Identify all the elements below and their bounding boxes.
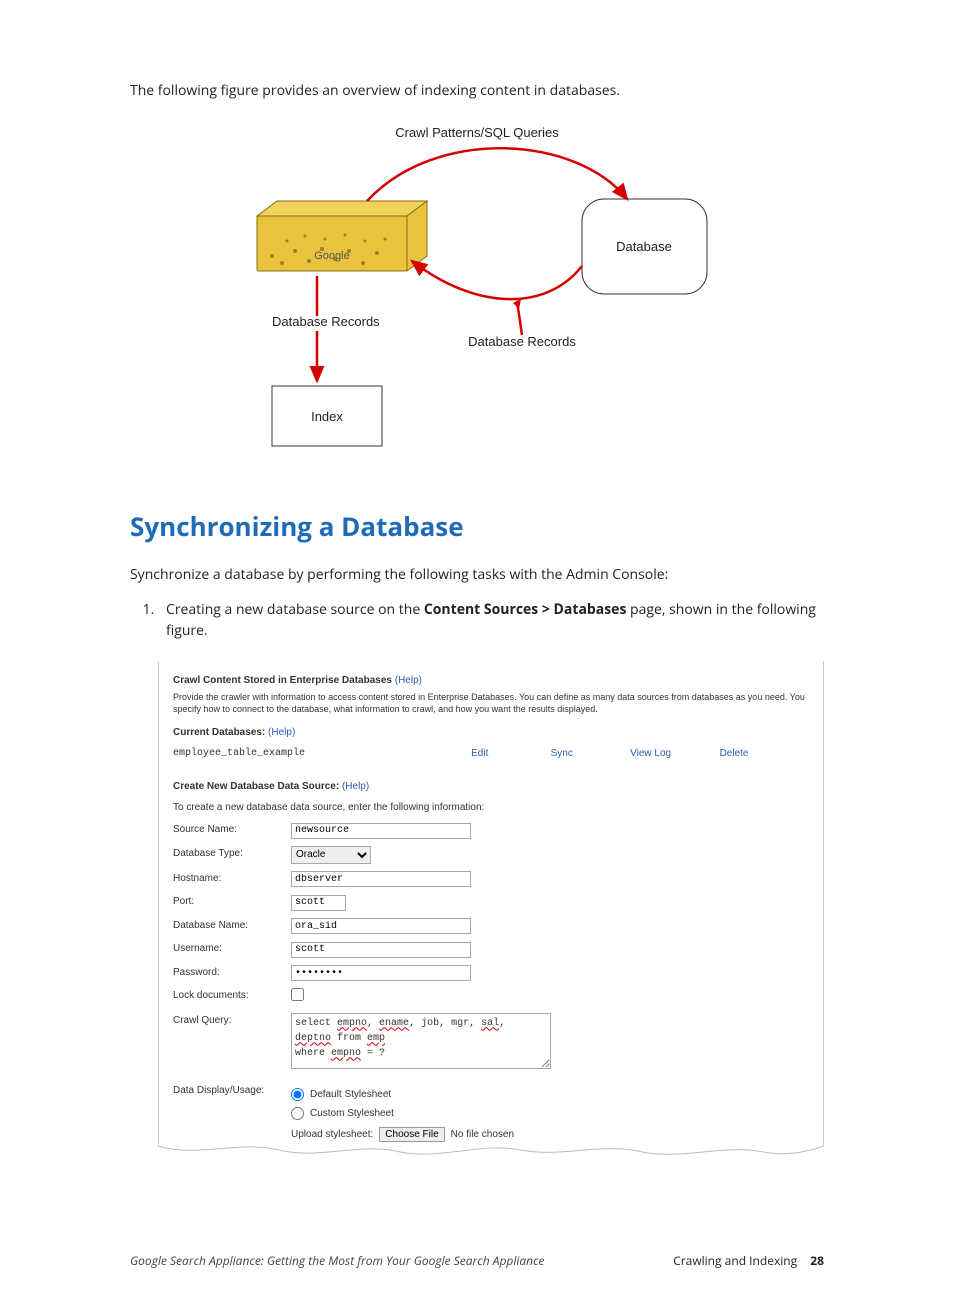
diagram-label-records-mid: Database Records [468, 334, 576, 349]
input-username[interactable] [291, 942, 471, 958]
input-db-name[interactable] [291, 918, 471, 934]
task-list: Creating a new database source on the Co… [158, 599, 824, 641]
help-link-2[interactable]: (Help) [268, 727, 295, 738]
label-hostname: Hostname: [173, 871, 291, 886]
delete-link[interactable]: Delete [720, 746, 809, 761]
radio-default-stylesheet[interactable] [291, 1088, 304, 1101]
help-link-1[interactable]: (Help) [395, 675, 422, 686]
label-username: Username: [173, 941, 291, 956]
label-password: Password: [173, 965, 291, 980]
admin-screenshot: Crawl Content Stored in Enterprise Datab… [158, 661, 824, 1162]
footer-page: 28 [810, 1252, 824, 1269]
task-text-before: Creating a new database source on the [166, 600, 424, 619]
create-heading: Create New Database Data Source: (Help) [173, 779, 809, 794]
label-display: Data Display/Usage: [173, 1083, 291, 1098]
viewlog-link[interactable]: View Log [630, 746, 719, 761]
cq-t3: , [367, 1018, 379, 1029]
db-row: employee_table_example Edit Sync View Lo… [173, 746, 809, 761]
cq-t8: deptno [295, 1033, 331, 1044]
arrow-crawl [367, 148, 627, 201]
current-db-label: Current Databases: [173, 727, 265, 738]
input-hostname[interactable] [291, 871, 471, 887]
radio-label-custom: Custom Stylesheet [310, 1106, 394, 1121]
cq-t7: , [499, 1018, 505, 1029]
label-port: Port: [173, 894, 291, 909]
cq-t6: sal [481, 1018, 499, 1029]
textarea-crawl-query[interactable]: select empno, ename, job, mgr, sal, dept… [291, 1013, 551, 1069]
task-text-bold: Content Sources > Databases [424, 600, 627, 619]
diagram-label-db: Database [616, 239, 672, 254]
footer-section: Crawling and Indexing [673, 1252, 797, 1269]
label-db-type: Database Type: [173, 846, 291, 861]
cq-t9: from [331, 1033, 367, 1044]
shot-title-line: Crawl Content Stored in Enterprise Datab… [173, 673, 809, 688]
shot-title: Crawl Content Stored in Enterprise Datab… [173, 675, 392, 686]
footer-left: Google Search Appliance: Getting the Mos… [130, 1252, 545, 1270]
choose-file-button[interactable]: Choose File [379, 1127, 444, 1142]
create-label: Create New Database Data Source: [173, 781, 339, 792]
radio-label-default: Default Stylesheet [310, 1087, 391, 1102]
cq-t11: where [295, 1048, 331, 1059]
appliance-icon: Google [257, 201, 427, 271]
label-db-name: Database Name: [173, 918, 291, 933]
cq-t4: ename [379, 1018, 409, 1029]
create-sub: To create a new database data source, en… [173, 800, 809, 815]
input-source-name[interactable] [291, 823, 471, 839]
cq-t13: = ? [361, 1048, 385, 1059]
cq-t10: emp [367, 1033, 385, 1044]
shot-desc: Provide the crawler with information to … [173, 692, 809, 715]
footer-right: Crawling and Indexing 28 [673, 1252, 824, 1270]
overview-diagram: Crawl Patterns/SQL Queries Google Databa… [130, 121, 824, 467]
radio-custom-stylesheet[interactable] [291, 1107, 304, 1120]
help-link-3[interactable]: (Help) [342, 781, 369, 792]
label-lock: Lock documents: [173, 988, 291, 1003]
db-name: employee_table_example [173, 746, 471, 761]
diagram-label-records-left: Database Records [272, 314, 380, 329]
label-source-name: Source Name: [173, 822, 291, 837]
cq-t2: empno [337, 1018, 367, 1029]
select-db-type[interactable]: Oracle [291, 846, 371, 864]
page-footer: Google Search Appliance: Getting the Mos… [130, 1252, 824, 1270]
diagram-label-index: Index [311, 409, 343, 424]
checkbox-lock[interactable] [291, 988, 304, 1001]
section-heading: Synchronizing a Database [130, 507, 824, 546]
label-crawl-query: Crawl Query: [173, 1013, 291, 1028]
task-item-1: Creating a new database source on the Co… [158, 599, 824, 641]
appliance-logo: Google [314, 250, 349, 262]
intro-text: The following figure provides an overvie… [130, 80, 824, 101]
cq-t5: , job, mgr, [409, 1018, 481, 1029]
database-shape: Database [582, 199, 707, 294]
sync-intro: Synchronize a database by performing the… [130, 564, 824, 585]
cq-t12: empno [331, 1048, 361, 1059]
diagram-label-crawl: Crawl Patterns/SQL Queries [395, 125, 559, 140]
edit-link[interactable]: Edit [471, 746, 551, 761]
current-db-heading: Current Databases: (Help) [173, 725, 809, 740]
arrow-db-records [412, 261, 582, 299]
input-port[interactable] [291, 895, 346, 911]
no-file-text: No file chosen [451, 1127, 514, 1142]
sync-link[interactable]: Sync [551, 746, 631, 761]
upload-label: Upload stylesheet: [291, 1127, 373, 1142]
diagram-svg: Crawl Patterns/SQL Queries Google Databa… [217, 121, 737, 461]
cq-t1: select [295, 1018, 337, 1029]
input-password[interactable] [291, 965, 471, 981]
